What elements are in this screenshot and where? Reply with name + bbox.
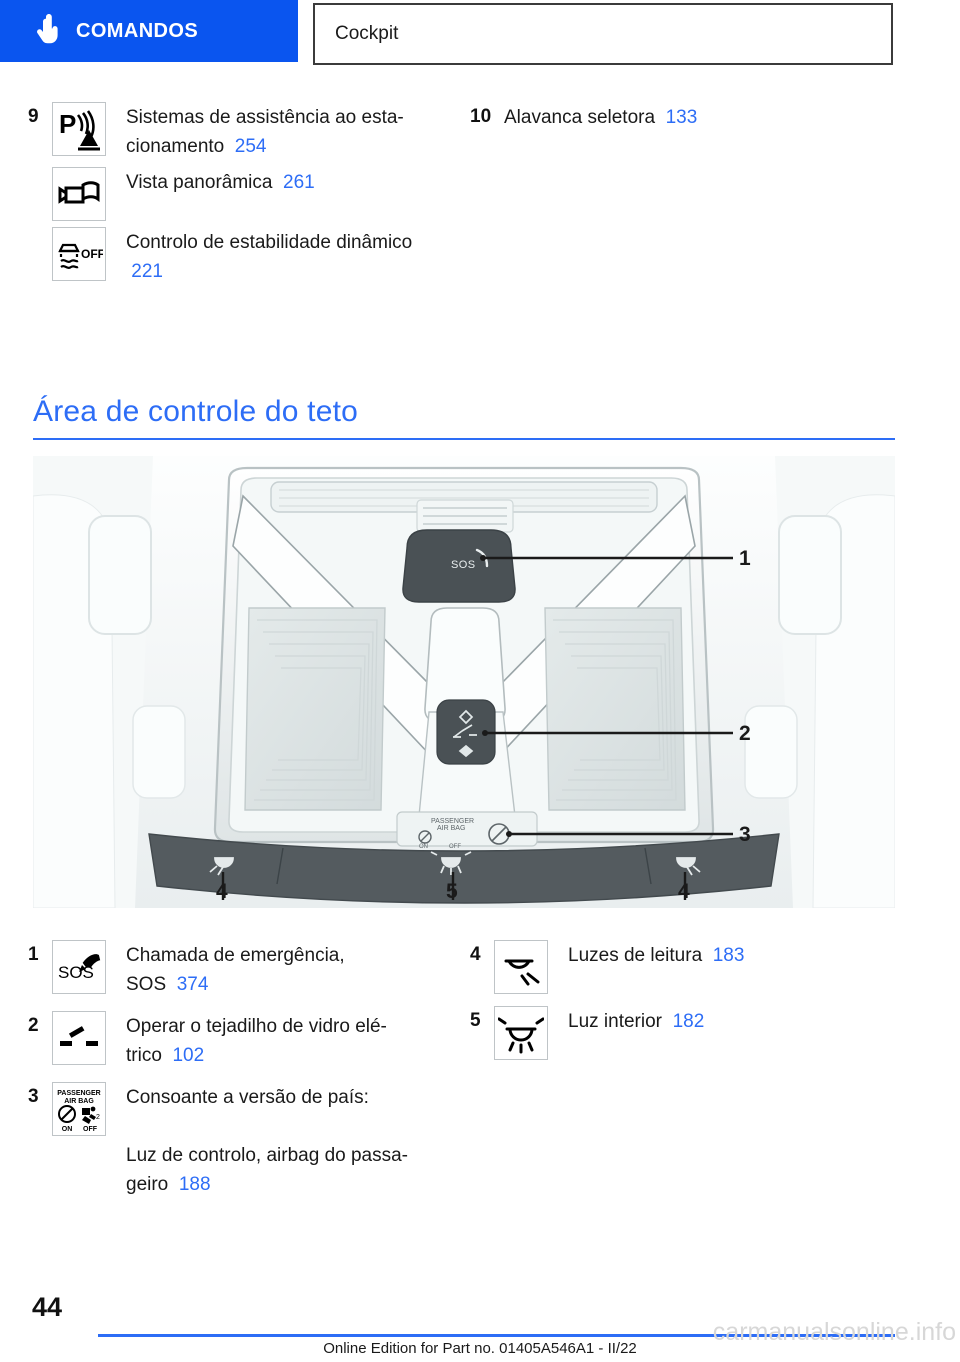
legend-text-line1: Chamada de emergência, [126, 945, 345, 966]
legend-text: Alavanca seletora 133 [504, 102, 890, 132]
legend-text-line2: SOS [126, 974, 167, 995]
page-reference[interactable]: 254 [235, 136, 267, 157]
page-reference[interactable]: 374 [177, 974, 209, 995]
legend-text: Vista panorâmica 261 [126, 167, 468, 197]
reading-light-icon [494, 940, 548, 994]
legend-text-line1: Luzes de leitura [568, 945, 703, 966]
list-item: OFF Controlo de estabilidade dinâmico 22… [28, 227, 468, 286]
svg-text:ON: ON [62, 1126, 73, 1133]
bottom-legend-right-column: 4 Luzes de leitura 183 5 Luz interior 18… [470, 940, 890, 1064]
page-reference[interactable]: 102 [172, 1045, 204, 1066]
legend-text: Operar o tejadilho de vidro elé- trico 1… [126, 1011, 468, 1070]
legend-text: Controlo de estabilidade dinâmico 221 [126, 227, 468, 286]
callout-2: 2 [739, 722, 751, 745]
page-reference[interactable]: 133 [666, 107, 698, 128]
page-reference[interactable]: 182 [673, 1011, 705, 1032]
legend-icon-cell: OFF [52, 227, 126, 281]
legend-text-line1: Sistemas de assistência ao esta- [126, 107, 404, 128]
hand-pointer-icon [36, 13, 62, 49]
legend-text-line1: Controlo de estabilidade dinâmico [126, 232, 413, 253]
legend-text: Sistemas de assistência ao esta- cioname… [126, 102, 468, 161]
roof-console-illustration: SOS PASSENGER AIR BAG ON OFF [33, 456, 895, 908]
svg-text:OFF: OFF [449, 844, 461, 850]
roof-control-area-diagram: SOS PASSENGER AIR BAG ON OFF 1 2 3 4 5 4 [33, 456, 895, 908]
surround-view-camera-icon [52, 167, 106, 221]
heading-rule [33, 438, 895, 440]
callout-5: 5 [446, 880, 458, 903]
list-item: 1 SOS Chamada de emergência, SOS 374 [28, 940, 468, 999]
svg-text:2: 2 [96, 1114, 100, 1121]
legend-icon-cell [52, 1011, 126, 1065]
legend-number: 9 [28, 106, 39, 127]
legend-text-line2: trico [126, 1045, 162, 1066]
legend-number: 3 [28, 1086, 39, 1107]
legend-icon-cell [494, 1006, 568, 1060]
sos-emergency-call-icon: SOS [52, 940, 106, 994]
legend-icon-cell [52, 167, 126, 221]
top-legend-left-column: 9 P Sistemas de assistência ao esta- cio… [28, 102, 468, 290]
svg-text:OFF: OFF [83, 1126, 98, 1133]
page-title: Área de controle do teto [33, 395, 359, 428]
chapter-tab[interactable]: COMANDOS [0, 0, 298, 62]
legend-text: Consoante a versão de país: Luz de contr… [126, 1082, 468, 1199]
page-reference[interactable]: 221 [131, 261, 163, 282]
parking-assistant-icon: P [52, 102, 106, 156]
legend-icon-cell: PASSENGER AIR BAG 2 ON OFF [52, 1082, 126, 1136]
svg-text:P: P [59, 109, 76, 139]
page-reference[interactable]: 261 [283, 172, 315, 193]
legend-text-line1: Alavanca seletora [504, 107, 656, 128]
legend-text: Luzes de leitura 183 [568, 940, 890, 970]
legend-text-line1: Vista panorâmica [126, 172, 273, 193]
legend-number: 1 [28, 944, 39, 965]
page-number: 44 [32, 1292, 63, 1322]
list-item: 2 Operar o tejadilho de vidro elé- trico… [28, 1011, 468, 1070]
callout-1: 1 [739, 547, 751, 570]
page-reference[interactable]: 183 [713, 945, 745, 966]
list-item: 5 Luz interior 182 [470, 1006, 890, 1060]
svg-text:AIR BAG: AIR BAG [64, 1098, 94, 1105]
glass-sunroof-icon [52, 1011, 106, 1065]
page-reference[interactable]: 188 [179, 1174, 211, 1195]
svg-text:PASSENGER: PASSENGER [431, 818, 474, 825]
legend-number: 4 [470, 944, 481, 965]
legend-text-line2: cionamento [126, 136, 225, 157]
page-header: COMANDOS Cockpit [0, 0, 960, 66]
list-item: 9 P Sistemas de assistência ao esta- cio… [28, 102, 468, 161]
list-item: 4 Luzes de leitura 183 [470, 940, 890, 994]
dsc-off-icon: OFF [52, 227, 106, 281]
bottom-legend-left-column: 1 SOS Chamada de emergência, SOS 374 2 O… [28, 940, 468, 1203]
section-tab[interactable]: Cockpit [313, 3, 893, 65]
legend-text: Chamada de emergência, SOS 374 [126, 940, 468, 999]
svg-text:ON: ON [419, 844, 428, 850]
svg-text:AIR BAG: AIR BAG [437, 825, 465, 832]
legend-number: 2 [28, 1015, 39, 1036]
section-tab-label: Cockpit [335, 23, 399, 44]
section-heading: Área de controle do teto [33, 392, 895, 440]
legend-number: 5 [470, 1010, 481, 1031]
callout-4-left: 4 [216, 880, 228, 903]
svg-text:PASSENGER: PASSENGER [57, 1090, 100, 1097]
callout-4-right: 4 [678, 880, 690, 903]
interior-light-icon [494, 1006, 548, 1060]
passenger-airbag-indicator-icon: PASSENGER AIR BAG 2 ON OFF [52, 1082, 106, 1136]
watermark: carmanualsonline.info [712, 1318, 956, 1346]
legend-text: Luz interior 182 [568, 1006, 890, 1036]
legend-text-line1: Operar o tejadilho de vidro elé- [126, 1016, 387, 1037]
list-item: 3 PASSENGER AIR BAG 2 ON OFF Consoante a… [28, 1082, 468, 1199]
callout-3: 3 [739, 823, 751, 846]
legend-text-line1: Luz interior [568, 1011, 662, 1032]
list-item: Vista panorâmica 261 [28, 167, 468, 221]
legend-number: 10 [470, 106, 492, 127]
legend-icon-cell: SOS [52, 940, 126, 994]
legend-text-line0: Consoante a versão de país: [126, 1087, 369, 1108]
legend-text-line1: Luz de controlo, airbag do passa- [126, 1145, 409, 1166]
legend-icon-cell [494, 940, 568, 994]
svg-text:OFF: OFF [81, 247, 103, 261]
list-item: 10 Alavanca seletora 133 [470, 102, 890, 132]
chapter-tab-label: COMANDOS [76, 19, 199, 42]
top-legend-right-column: 10 Alavanca seletora 133 [470, 102, 890, 136]
svg-text:SOS: SOS [451, 559, 475, 571]
legend-icon-cell: P [52, 102, 126, 156]
legend-text-line2: geiro [126, 1174, 169, 1195]
